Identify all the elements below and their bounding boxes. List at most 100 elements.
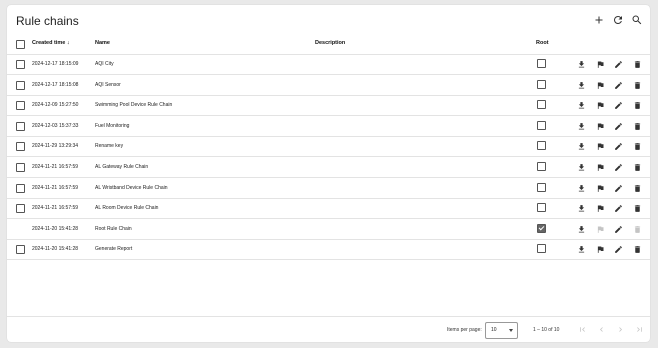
row-checkbox[interactable] bbox=[16, 60, 25, 69]
table-row[interactable]: 2024-12-03 15:37:33 Fuel Monitoring bbox=[7, 116, 650, 137]
page-size-select[interactable]: 10 bbox=[485, 322, 518, 339]
make-root-button[interactable] bbox=[596, 142, 605, 151]
table-row[interactable]: 2024-11-20 15:41:28 Generate Report bbox=[7, 239, 650, 261]
select-all-checkbox[interactable] bbox=[16, 40, 25, 49]
name-header[interactable]: Name bbox=[95, 39, 110, 47]
edit-button[interactable] bbox=[614, 163, 623, 172]
created-time-cell: 2024-11-21 16:57:59 bbox=[32, 184, 79, 191]
prev-page-button[interactable] bbox=[597, 325, 606, 334]
plus-icon bbox=[595, 16, 603, 24]
row-checkbox[interactable] bbox=[16, 101, 25, 111]
edit-button[interactable] bbox=[614, 60, 623, 69]
flag-icon bbox=[597, 143, 604, 151]
page-size-value: 10 bbox=[491, 327, 497, 333]
table-row[interactable]: 2024-11-29 13:29:34 Rename key bbox=[7, 136, 650, 158]
table-row[interactable]: 2024-11-21 16:57:59 AL Wristband Device R… bbox=[7, 178, 650, 199]
row-checkbox[interactable] bbox=[16, 183, 25, 193]
delete-button[interactable] bbox=[633, 163, 642, 172]
items-per-page-label: Items per page: bbox=[447, 327, 482, 333]
make-root-button[interactable] bbox=[596, 101, 605, 110]
table-row[interactable]: 2024-12-17 18:15:08 AQI Sensor bbox=[7, 75, 650, 96]
created-time-header[interactable]: Created time ↓ bbox=[32, 39, 70, 47]
delete-button[interactable] bbox=[633, 204, 642, 213]
row-checkbox[interactable] bbox=[16, 163, 25, 172]
created-time-cell: 2024-11-20 15:41:28 bbox=[32, 225, 79, 232]
row-checkbox[interactable] bbox=[16, 80, 25, 90]
make-root-button[interactable] bbox=[596, 60, 605, 69]
table-row[interactable]: 2024-11-20 15:41:28 Root Rule Chain bbox=[7, 219, 650, 240]
edit-button[interactable] bbox=[614, 101, 623, 110]
search-button[interactable] bbox=[629, 12, 645, 28]
row-checkbox[interactable] bbox=[16, 142, 25, 152]
edit-button[interactable] bbox=[614, 204, 623, 213]
edit-icon bbox=[615, 81, 622, 89]
add-button[interactable] bbox=[591, 12, 607, 28]
last-page-button[interactable] bbox=[635, 325, 644, 334]
flag-icon bbox=[597, 246, 604, 254]
edit-button[interactable] bbox=[614, 142, 623, 151]
delete-icon bbox=[634, 61, 641, 68]
delete-button[interactable] bbox=[633, 60, 642, 69]
export-button[interactable] bbox=[577, 101, 586, 110]
edit-button[interactable] bbox=[614, 184, 623, 193]
make-root-button[interactable] bbox=[596, 163, 605, 172]
delete-button[interactable] bbox=[633, 122, 642, 131]
table-row[interactable]: 2024-11-21 16:57:59 AL Gateway Rule Chain bbox=[7, 157, 650, 178]
make-root-button[interactable] bbox=[596, 225, 605, 234]
edit-button[interactable] bbox=[614, 225, 623, 234]
row-checkbox[interactable] bbox=[16, 245, 25, 255]
delete-button[interactable] bbox=[633, 225, 642, 234]
table-row[interactable]: 2024-12-17 18:15:09 AQI City bbox=[7, 54, 650, 75]
export-icon bbox=[578, 225, 585, 233]
delete-button[interactable] bbox=[633, 101, 642, 110]
delete-icon bbox=[634, 225, 641, 233]
refresh-button[interactable] bbox=[610, 12, 626, 28]
delete-button[interactable] bbox=[633, 81, 642, 90]
name-cell: Swimming Pool Device Rule Chain bbox=[95, 102, 173, 109]
export-button[interactable] bbox=[577, 204, 586, 213]
delete-button[interactable] bbox=[633, 142, 642, 151]
export-button[interactable] bbox=[577, 81, 586, 90]
name-cell: Generate Report bbox=[95, 246, 133, 253]
export-button[interactable] bbox=[577, 184, 586, 193]
flag-icon bbox=[597, 226, 604, 233]
created-time-cell: 2024-11-20 15:41:28 bbox=[32, 246, 79, 253]
make-root-button[interactable] bbox=[596, 245, 605, 254]
make-root-button[interactable] bbox=[596, 204, 605, 213]
next-page-button[interactable] bbox=[616, 325, 625, 334]
delete-icon bbox=[634, 102, 641, 110]
pagination-range: 1 – 10 of 10 bbox=[533, 327, 560, 333]
row-checkbox[interactable] bbox=[16, 204, 25, 214]
export-button[interactable] bbox=[577, 122, 586, 131]
edit-button[interactable] bbox=[614, 81, 623, 90]
row-checkbox[interactable] bbox=[16, 121, 25, 131]
next-page-icon bbox=[619, 327, 622, 332]
delete-icon bbox=[634, 205, 641, 213]
delete-button[interactable] bbox=[633, 184, 642, 193]
created-time-cell: 2024-11-21 16:57:59 bbox=[32, 164, 79, 170]
created-time-cell: 2024-12-17 18:15:09 bbox=[32, 61, 79, 67]
table-row[interactable]: 2024-12-09 15:27:50 Swimming Pool Device … bbox=[7, 95, 650, 117]
root-checkbox bbox=[537, 162, 546, 171]
make-root-button[interactable] bbox=[596, 81, 605, 90]
edit-icon bbox=[615, 61, 622, 68]
table-row[interactable]: 2024-11-21 16:57:59 AL Room Device Rule C… bbox=[7, 198, 650, 220]
first-page-button[interactable] bbox=[578, 325, 587, 334]
edit-button[interactable] bbox=[614, 245, 623, 254]
export-button[interactable] bbox=[577, 142, 586, 151]
description-header[interactable]: Description bbox=[315, 39, 345, 47]
export-button[interactable] bbox=[577, 245, 586, 254]
export-button[interactable] bbox=[577, 60, 586, 69]
make-root-button[interactable] bbox=[596, 122, 605, 131]
delete-button[interactable] bbox=[633, 245, 642, 254]
edit-icon bbox=[615, 246, 622, 254]
rule-chains-card: Rule chains Created time ↓ Name Descript… bbox=[7, 5, 650, 342]
export-button[interactable] bbox=[577, 163, 586, 172]
flag-icon bbox=[597, 164, 604, 171]
export-button[interactable] bbox=[577, 225, 586, 234]
edit-button[interactable] bbox=[614, 122, 623, 131]
make-root-button[interactable] bbox=[596, 184, 605, 193]
root-checkbox bbox=[537, 79, 546, 89]
export-icon bbox=[578, 102, 585, 109]
edit-icon bbox=[615, 143, 622, 151]
